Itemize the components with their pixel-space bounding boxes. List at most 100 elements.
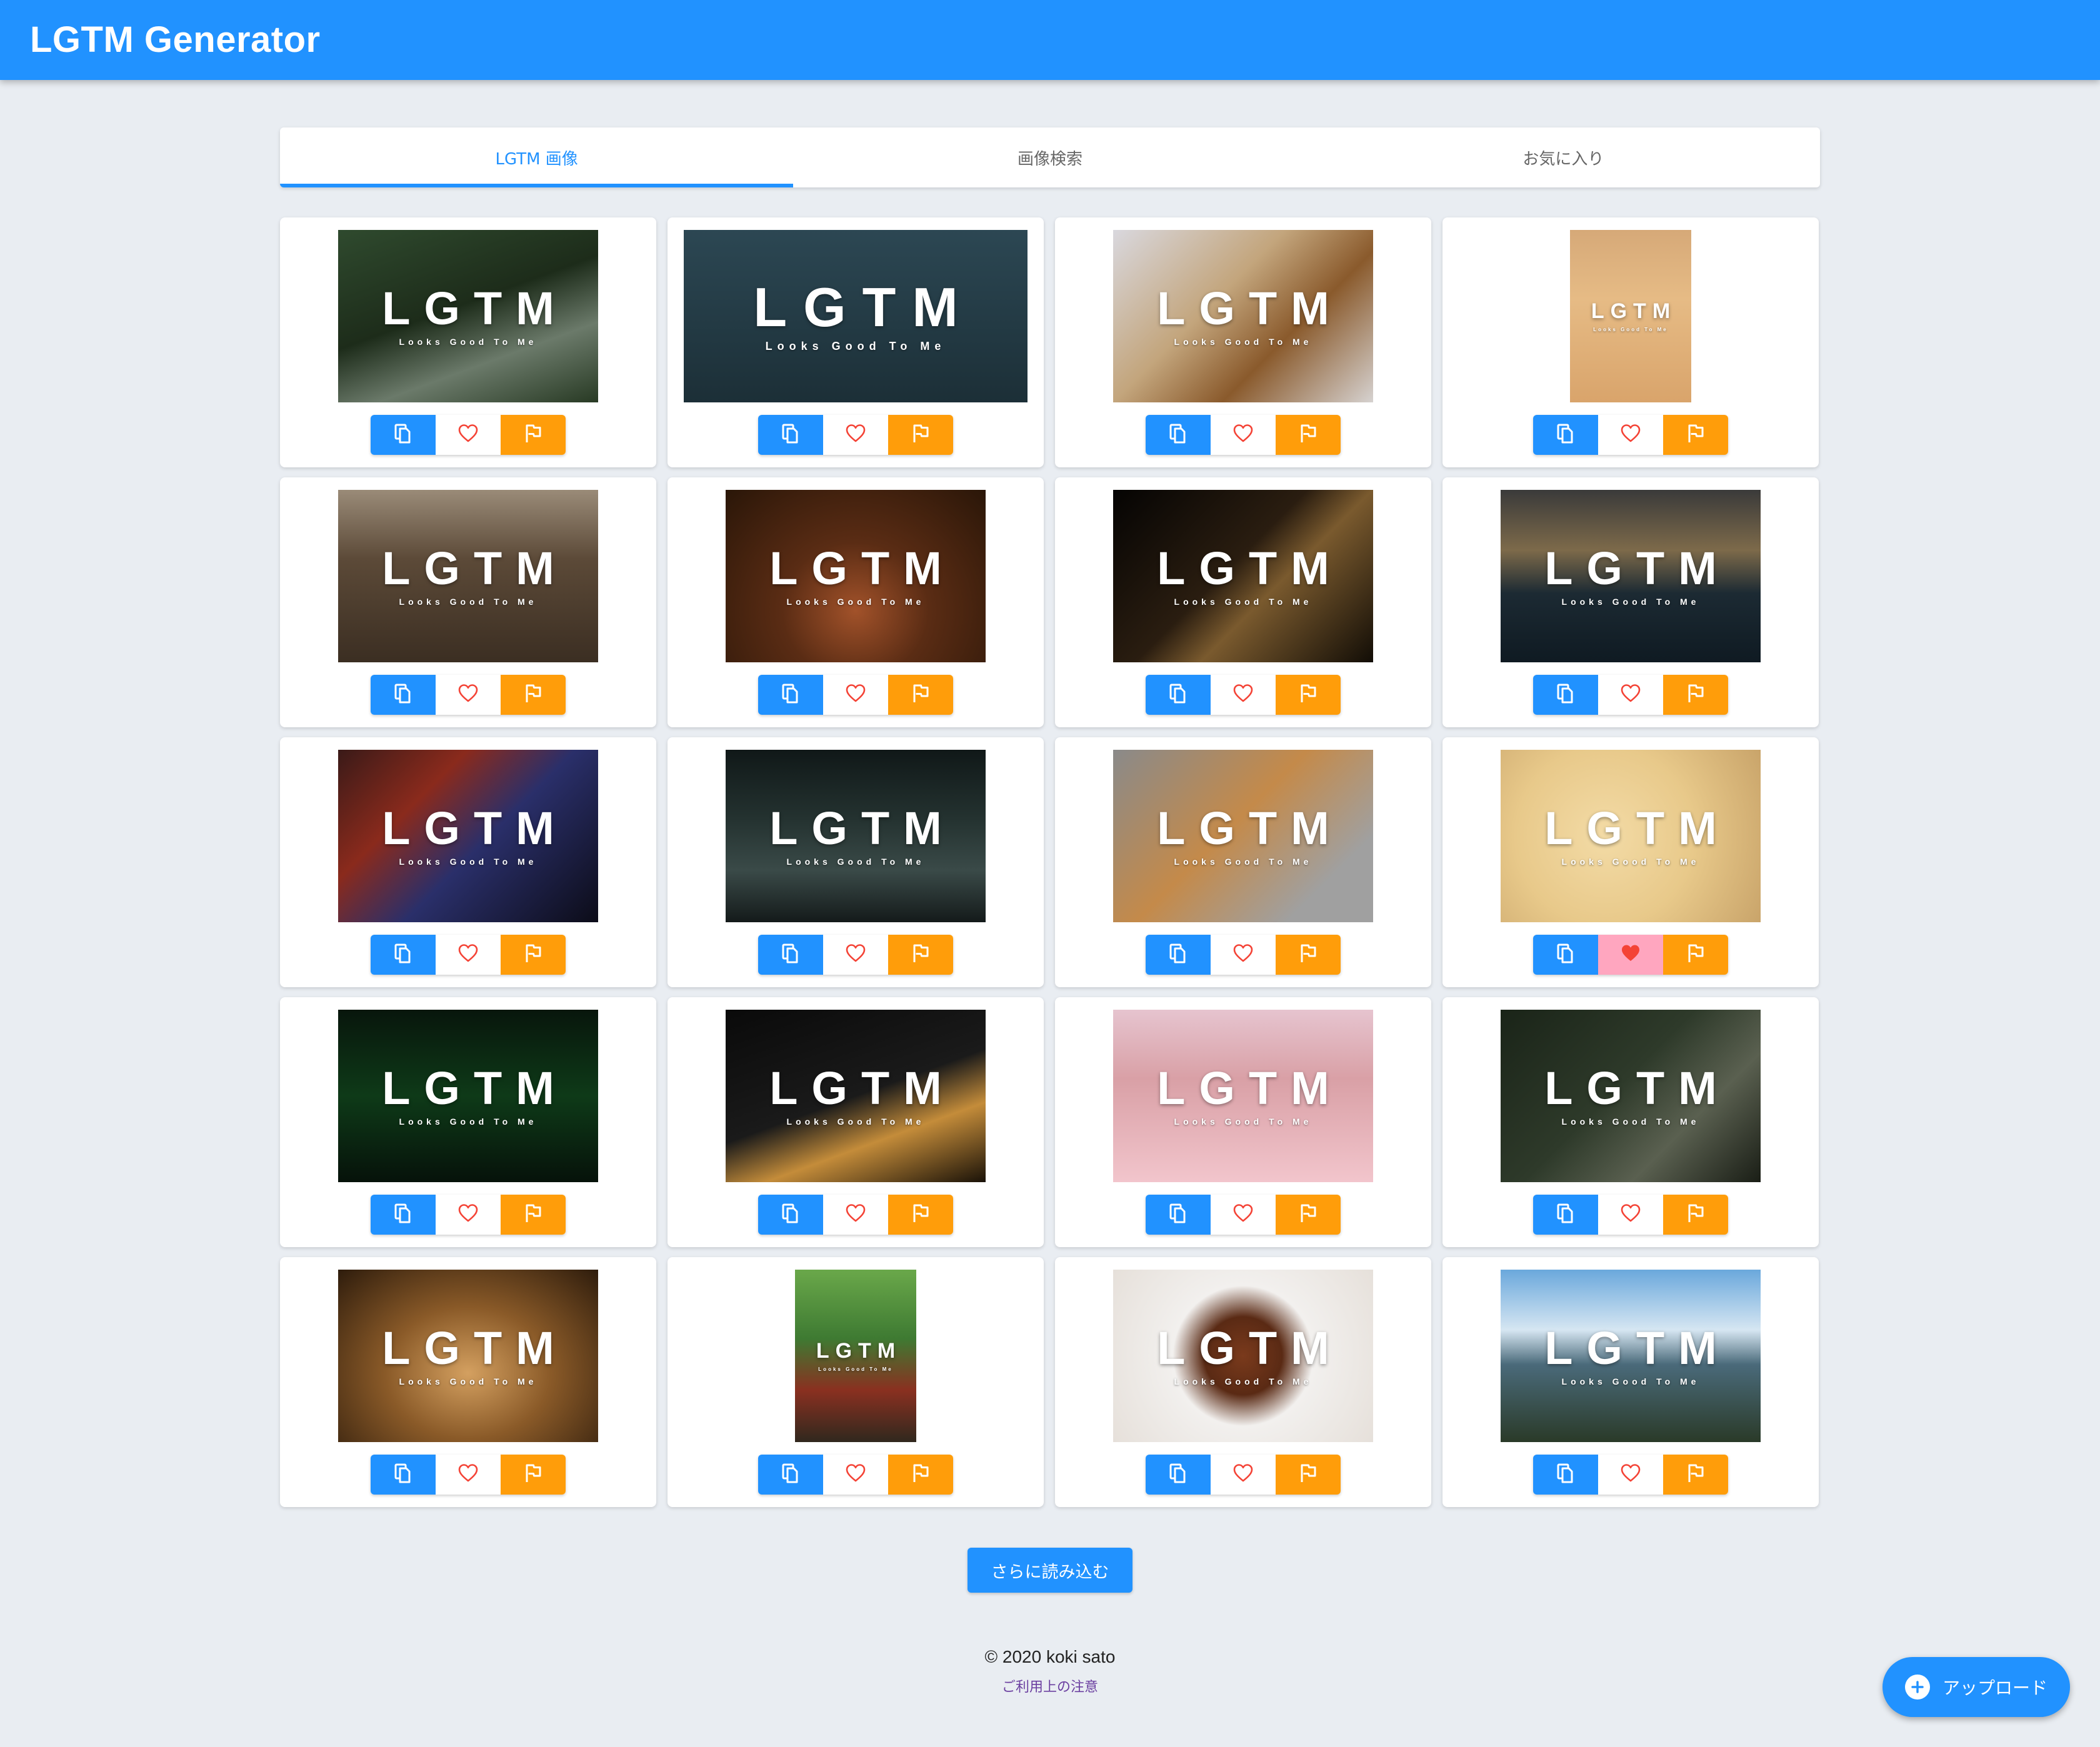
lgtm-image-lion-statue[interactable]: LGTM Looks Good To Me — [1501, 1010, 1761, 1182]
terms-notice-link[interactable]: ご利用上の注意 — [0, 1676, 2100, 1696]
copy-button[interactable] — [758, 415, 823, 455]
copy-icon — [394, 423, 412, 447]
favorite-button[interactable] — [823, 1455, 888, 1495]
copy-icon — [1556, 943, 1575, 967]
load-more-button[interactable]: さらに読み込む — [968, 1548, 1132, 1593]
favorite-button[interactable] — [1211, 415, 1276, 455]
lgtm-card: LGTM Looks Good To Me — [668, 1257, 1044, 1507]
copy-button[interactable] — [1533, 1455, 1598, 1495]
copy-button[interactable] — [758, 1455, 823, 1495]
lgtm-image-shiba-dog[interactable]: LGTM Looks Good To Me — [1113, 230, 1373, 402]
lgtm-overlay-text: LGTM — [1157, 282, 1343, 334]
lgtm-image-kitten-in-blanket[interactable]: LGTM Looks Good To Me — [338, 490, 598, 662]
favorite-button[interactable] — [436, 1455, 501, 1495]
lgtm-image-guitar-headstock[interactable]: LGTM Looks Good To Me — [726, 1010, 986, 1182]
report-button[interactable] — [1276, 415, 1341, 455]
flag-icon — [1299, 1203, 1318, 1226]
lgtm-image-chicks-warm[interactable]: LGTM Looks Good To Me — [338, 1270, 598, 1442]
favorite-button[interactable] — [1211, 935, 1276, 975]
copy-button[interactable] — [758, 1195, 823, 1235]
copy-button[interactable] — [1533, 935, 1598, 975]
lgtm-image-shiba-close[interactable]: LGTM Looks Good To Me — [1113, 750, 1373, 922]
copy-icon — [394, 683, 412, 707]
lgtm-image-binary-code[interactable]: LGTM Looks Good To Me — [338, 1010, 598, 1182]
report-button[interactable] — [1276, 1455, 1341, 1495]
favorite-button[interactable] — [823, 415, 888, 455]
favorite-button[interactable] — [436, 935, 501, 975]
copy-button[interactable] — [758, 935, 823, 975]
flag-icon — [1299, 424, 1318, 446]
report-button[interactable] — [501, 415, 566, 455]
lgtm-overlay-subtext: Looks Good To Me — [786, 857, 925, 867]
favorite-button[interactable] — [823, 1195, 888, 1235]
favorite-button[interactable] — [823, 935, 888, 975]
favorite-button[interactable] — [1598, 415, 1663, 455]
copy-button[interactable] — [1533, 415, 1598, 455]
lgtm-image-dark-stadium[interactable]: LGTM Looks Good To Me — [726, 750, 986, 922]
copy-button[interactable] — [1533, 675, 1598, 715]
upload-button[interactable]: アップロード — [1882, 1657, 2070, 1717]
flag-icon — [1299, 1463, 1318, 1486]
report-button[interactable] — [501, 675, 566, 715]
app-title[interactable]: LGTM Generator — [30, 19, 321, 61]
lgtm-overlay-text: LGTM — [382, 1062, 568, 1114]
tab-lgtm-images[interactable]: LGTM 画像 — [280, 127, 794, 187]
copy-button[interactable] — [371, 935, 436, 975]
report-button[interactable] — [1663, 935, 1728, 975]
lgtm-image-donut[interactable]: LGTM Looks Good To Me — [1113, 1270, 1373, 1442]
report-button[interactable] — [888, 935, 953, 975]
lgtm-image-cat-on-bed[interactable]: LGTM Looks Good To Me — [1113, 1010, 1373, 1182]
favorite-button[interactable] — [823, 675, 888, 715]
lgtm-overlay-text: LGTM — [382, 802, 568, 854]
tab-image-search[interactable]: 画像検索 — [793, 127, 1306, 187]
report-button[interactable] — [1663, 675, 1728, 715]
lgtm-image-shrine-stairs[interactable]: LGTM Looks Good To Me — [795, 1270, 916, 1442]
lgtm-image-ship-at-sea[interactable]: LGTM Looks Good To Me — [684, 230, 1028, 402]
report-button[interactable] — [1276, 1195, 1341, 1235]
lgtm-image-carnival-lights[interactable]: LGTM Looks Good To Me — [338, 750, 598, 922]
lgtm-image-coastal-view[interactable]: LGTM Looks Good To Me — [1501, 1270, 1761, 1442]
copy-icon — [1169, 423, 1188, 447]
copy-button[interactable] — [1146, 935, 1211, 975]
favorite-button[interactable] — [1598, 1455, 1663, 1495]
lgtm-image-sunset-harbor[interactable]: LGTM Looks Good To Me — [1501, 490, 1761, 662]
favorite-button[interactable] — [1211, 1195, 1276, 1235]
favorite-button[interactable] — [1598, 675, 1663, 715]
copy-button[interactable] — [1146, 415, 1211, 455]
report-button[interactable] — [1663, 415, 1728, 455]
favorite-button[interactable] — [1598, 935, 1663, 975]
report-button[interactable] — [501, 1195, 566, 1235]
copy-button[interactable] — [758, 675, 823, 715]
copy-button[interactable] — [371, 1455, 436, 1495]
lgtm-image-guitar-body[interactable]: LGTM Looks Good To Me — [1570, 230, 1691, 402]
copy-button[interactable] — [1146, 1455, 1211, 1495]
favorite-button[interactable] — [436, 675, 501, 715]
lgtm-image-dog-in-dark[interactable]: LGTM Looks Good To Me — [1113, 490, 1373, 662]
copy-button[interactable] — [1533, 1195, 1598, 1235]
lgtm-image-chicks[interactable]: LGTM Looks Good To Me — [1501, 750, 1761, 922]
copy-button[interactable] — [371, 1195, 436, 1235]
copy-button[interactable] — [1146, 675, 1211, 715]
report-button[interactable] — [888, 415, 953, 455]
report-button[interactable] — [888, 675, 953, 715]
lgtm-image-forest-path[interactable]: LGTM Looks Good To Me — [338, 230, 598, 402]
favorite-button[interactable] — [1598, 1195, 1663, 1235]
report-button[interactable] — [501, 935, 566, 975]
report-button[interactable] — [888, 1455, 953, 1495]
lgtm-image-birthday-cake[interactable]: LGTM Looks Good To Me — [726, 490, 986, 662]
tab-favorites[interactable]: お気に入り — [1307, 127, 1820, 187]
copy-button[interactable] — [1146, 1195, 1211, 1235]
copy-button[interactable] — [371, 675, 436, 715]
report-button[interactable] — [1663, 1195, 1728, 1235]
favorite-button[interactable] — [436, 1195, 501, 1235]
copy-button[interactable] — [371, 415, 436, 455]
report-button[interactable] — [1663, 1455, 1728, 1495]
report-button[interactable] — [1276, 675, 1341, 715]
report-button[interactable] — [1276, 935, 1341, 975]
favorite-button[interactable] — [436, 415, 501, 455]
card-actions — [758, 1455, 953, 1495]
favorite-button[interactable] — [1211, 675, 1276, 715]
favorite-button[interactable] — [1211, 1455, 1276, 1495]
report-button[interactable] — [888, 1195, 953, 1235]
report-button[interactable] — [501, 1455, 566, 1495]
